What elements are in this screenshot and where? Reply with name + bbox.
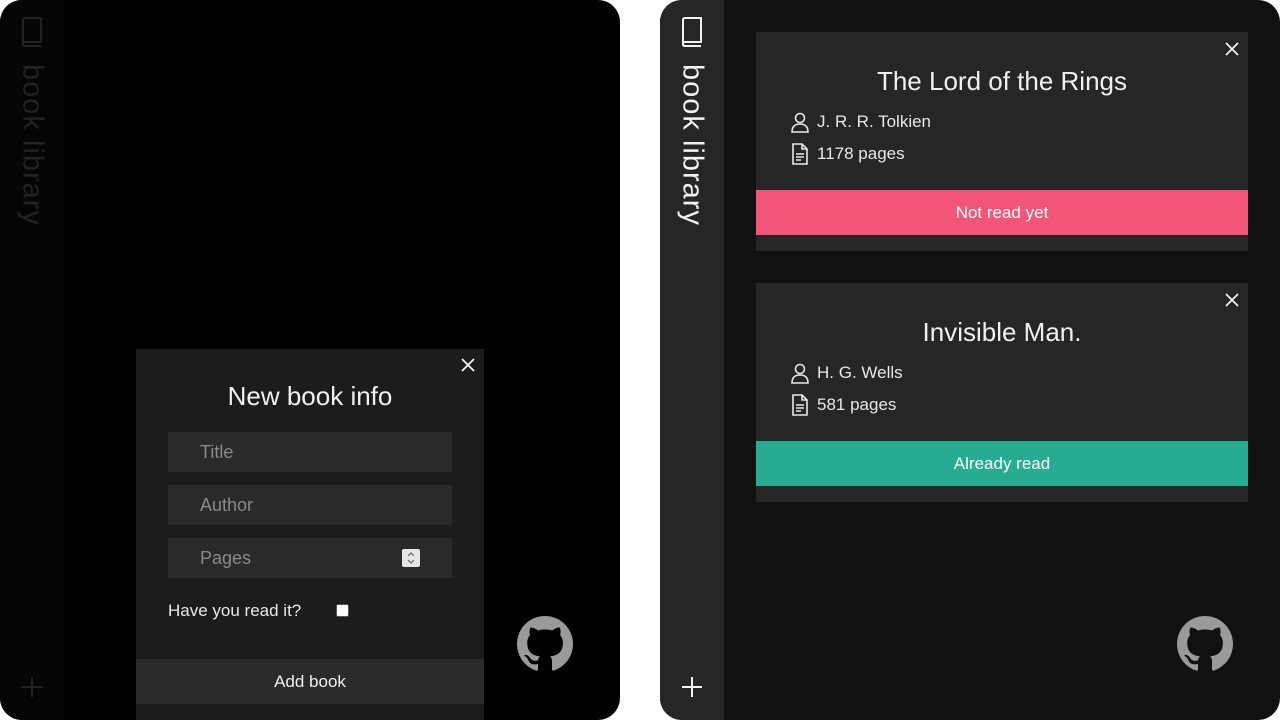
new-book-dialog: New book info Have you read it? Add book (136, 349, 484, 720)
sidebar: book library (0, 0, 64, 720)
book-card: The Lord of the Rings J. R. R. Tolkien 1… (756, 32, 1248, 251)
user-icon (791, 112, 809, 133)
sidebar: book library (660, 0, 724, 720)
title-input[interactable] (168, 432, 452, 472)
book-pages: 581 pages (790, 394, 896, 416)
book-author-text: J. R. R. Tolkien (817, 112, 932, 131)
book-pages-text: 581 pages (817, 395, 897, 414)
add-book-icon[interactable] (21, 676, 43, 698)
document-icon (792, 143, 808, 165)
read-status-toggle[interactable]: Already read (756, 441, 1248, 486)
right-screen: book library The Lord of the Rings J. R.… (660, 0, 1280, 720)
add-book-button[interactable]: Add book (136, 659, 484, 704)
left-screen: book library New book info Have you read… (0, 0, 620, 720)
document-icon (792, 394, 808, 416)
brand-title: book library (676, 64, 709, 226)
book-card: Invisible Man. H. G. Wells 581 pages Alr… (756, 283, 1248, 502)
read-label: Have you read it? (168, 601, 302, 620)
book-title: The Lord of the Rings (876, 66, 1128, 96)
book-author: H. G. Wells (790, 362, 903, 384)
add-book-icon[interactable] (681, 676, 703, 698)
brand-title: book library (16, 64, 49, 226)
github-icon[interactable] (1177, 616, 1233, 672)
pages-spinner-icon[interactable] (402, 549, 420, 567)
book-author: J. R. R. Tolkien (790, 111, 931, 133)
author-input[interactable] (168, 485, 452, 525)
read-status-toggle[interactable]: Not read yet (756, 190, 1248, 235)
book-icon (681, 17, 702, 47)
book-icon (21, 17, 42, 47)
github-icon[interactable] (517, 616, 573, 672)
book-pages-text: 1178 pages (817, 144, 905, 163)
read-checkbox[interactable] (336, 604, 349, 617)
book-pages: 1178 pages (790, 143, 905, 165)
remove-book-icon[interactable] (1224, 41, 1240, 57)
book-title: Invisible Man. (922, 317, 1082, 347)
dialog-title: New book info (227, 381, 393, 411)
remove-book-icon[interactable] (1224, 292, 1240, 308)
user-icon (791, 363, 809, 384)
close-icon[interactable] (460, 357, 476, 373)
book-author-text: H. G. Wells (817, 363, 903, 382)
